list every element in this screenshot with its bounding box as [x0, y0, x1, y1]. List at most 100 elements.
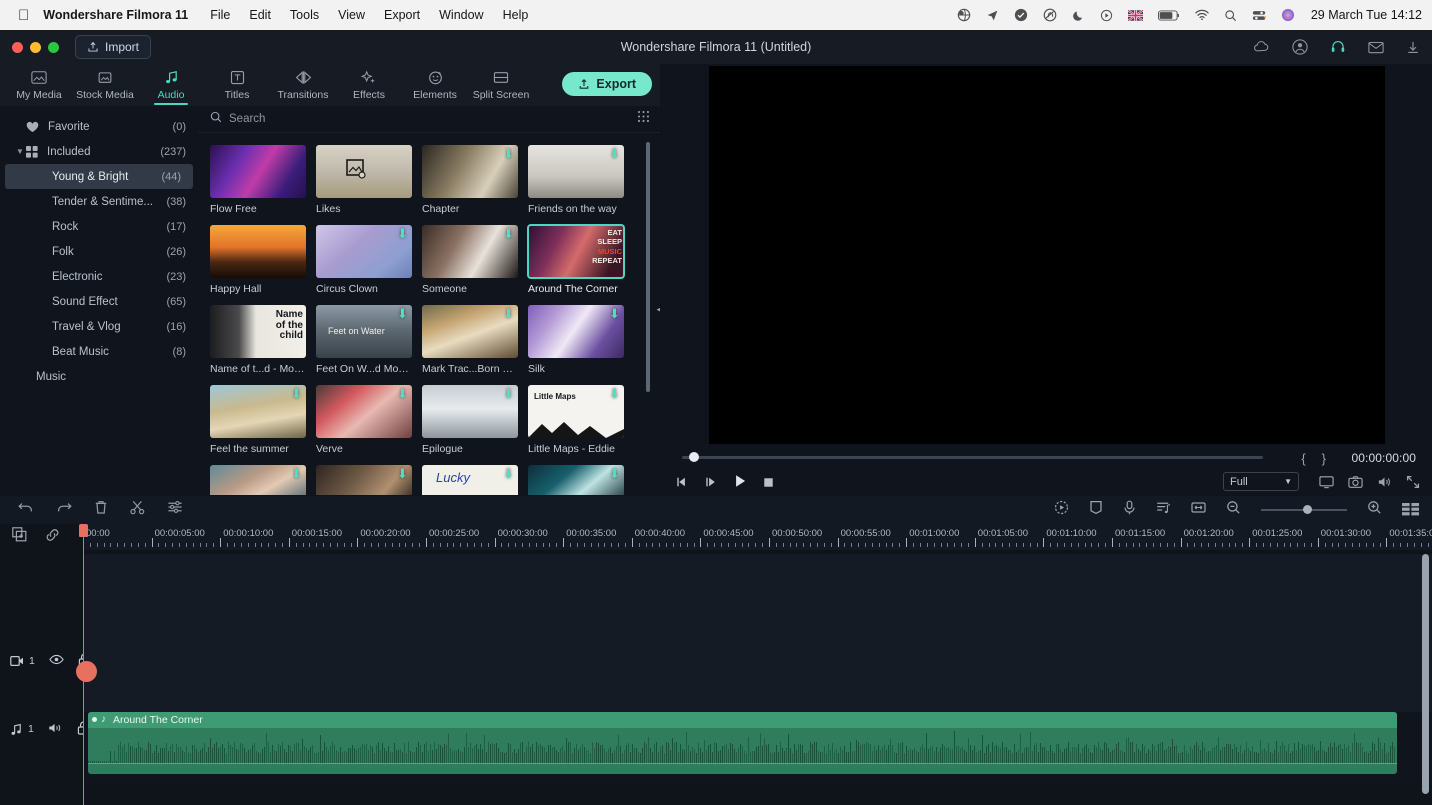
media-item[interactable]: Nameof thechildName of t...d - Motions	[210, 305, 306, 375]
media-item[interactable]: ⬇Chapter	[422, 145, 518, 215]
spotlight-search-icon[interactable]	[1224, 9, 1237, 22]
sidebar-item-folk[interactable]: Folk (26)	[0, 239, 198, 264]
progress-track[interactable]	[682, 456, 1263, 459]
audio-track-lane[interactable]: ♪ Around The Corner	[83, 712, 1432, 782]
battery-icon[interactable]	[1158, 10, 1180, 21]
sidebar-item-young-bright[interactable]: Young & Bright (44)	[5, 164, 193, 189]
layout-grid-icon[interactable]	[1402, 503, 1420, 518]
undo-icon[interactable]	[18, 500, 34, 520]
tab-audio[interactable]: Audio	[138, 64, 204, 106]
download-icon[interactable]: ⬇	[503, 148, 514, 160]
media-item[interactable]: ⬇Mark Trac...Born Twice	[422, 305, 518, 375]
media-thumbnail[interactable]: ⬇	[210, 465, 306, 495]
playhead[interactable]	[83, 524, 84, 805]
apple-logo-icon[interactable]: 	[18, 8, 29, 23]
menu-item-export[interactable]: Export	[384, 8, 420, 22]
fullscreen-icon[interactable]	[1406, 475, 1420, 489]
download-icon[interactable]: ⬇	[397, 388, 408, 400]
keyframe-dot-icon[interactable]	[92, 717, 97, 722]
media-item[interactable]: ⬇Circus Clown	[316, 225, 412, 295]
eye-icon[interactable]	[49, 654, 64, 668]
media-thumbnail[interactable]: ⬇	[422, 305, 518, 358]
sidebar-item-included[interactable]: ▼ Included (237)	[0, 139, 198, 164]
media-item[interactable]: Feet on Water⬇Feet On W...d Moment	[316, 305, 412, 375]
chevron-down-icon[interactable]: ▼	[1284, 477, 1292, 486]
media-thumbnail[interactable]: ⬇	[210, 385, 306, 438]
window-controls[interactable]	[12, 42, 59, 53]
zoom-slider-knob[interactable]	[1303, 505, 1312, 514]
mark-in-icon[interactable]: {	[1301, 451, 1305, 466]
mark-out-icon[interactable]: }	[1322, 451, 1326, 466]
display-mode-icon[interactable]	[1319, 475, 1334, 489]
media-item-selected[interactable]: EATSLEEPMUSICREPEATAround The Corner	[528, 225, 624, 295]
chevron-down-icon[interactable]: ▼	[16, 147, 24, 156]
marker-icon[interactable]	[1089, 500, 1103, 520]
collapse-panel-button[interactable]: ◀	[654, 296, 660, 322]
tab-effects[interactable]: Effects	[336, 64, 402, 106]
download-icon[interactable]: ⬇	[609, 148, 620, 160]
audio-mixer-icon[interactable]	[1156, 500, 1171, 520]
zoom-out-icon[interactable]	[1226, 500, 1241, 520]
audio-clip[interactable]: ♪ Around The Corner	[88, 712, 1397, 774]
media-thumbnail[interactable]	[210, 145, 306, 198]
media-thumbnail[interactable]: ⬇	[422, 385, 518, 438]
mail-icon[interactable]	[1368, 41, 1384, 54]
download-icon[interactable]	[1406, 40, 1420, 55]
video-track-header[interactable]: 1	[0, 646, 83, 676]
progress-handle[interactable]	[689, 452, 699, 462]
volume-icon[interactable]	[1377, 475, 1392, 489]
media-thumbnail[interactable]: Lucky⬇	[422, 465, 518, 495]
import-button[interactable]: Import	[75, 35, 151, 59]
audio-track-header[interactable]: 1	[0, 714, 83, 744]
next-frame-icon[interactable]	[705, 475, 718, 493]
location-arrow-icon[interactable]	[986, 9, 999, 22]
export-button[interactable]: Export	[562, 72, 652, 96]
stop-icon[interactable]	[763, 475, 774, 493]
media-item[interactable]: Little Maps⬇Little Maps - Eddie	[528, 385, 624, 455]
sidebar-item-sound-effect[interactable]: Sound Effect (65)	[0, 289, 198, 314]
media-thumbnail[interactable]	[316, 145, 412, 198]
media-thumbnail[interactable]: ⬇	[528, 145, 624, 198]
account-icon[interactable]	[1292, 39, 1308, 55]
download-icon[interactable]: ⬇	[291, 468, 302, 480]
download-icon[interactable]: ⬇	[503, 308, 514, 320]
menu-item-help[interactable]: Help	[503, 8, 529, 22]
menu-item-file[interactable]: File	[210, 8, 230, 22]
download-icon[interactable]: ⬇	[291, 388, 302, 400]
voiceover-icon[interactable]	[1123, 500, 1136, 520]
media-item[interactable]: ⬇Verve	[316, 385, 412, 455]
menu-item-app-name[interactable]: Wondershare Filmora 11	[43, 8, 188, 22]
media-thumbnail[interactable]	[210, 225, 306, 278]
prev-frame-icon[interactable]	[676, 475, 689, 493]
tab-titles[interactable]: Titles	[204, 64, 270, 106]
media-item[interactable]: Flow Free	[210, 145, 306, 215]
menu-item-edit[interactable]: Edit	[249, 8, 271, 22]
download-icon[interactable]: ⬇	[609, 388, 620, 400]
play-circle-icon[interactable]	[1100, 9, 1113, 22]
media-item[interactable]: Likes	[316, 145, 412, 215]
media-item[interactable]: Happy Hall	[210, 225, 306, 295]
delete-icon[interactable]	[94, 500, 108, 520]
media-thumbnail[interactable]: ⬇	[316, 465, 412, 495]
grid-view-icon[interactable]	[637, 110, 650, 128]
download-icon[interactable]: ⬇	[609, 468, 620, 480]
snapshot-icon[interactable]	[1348, 475, 1363, 489]
render-preview-icon[interactable]	[1054, 500, 1069, 520]
media-item[interactable]: ⬇	[210, 465, 306, 495]
siri-icon[interactable]	[1281, 8, 1295, 22]
sidebar-item-electronic[interactable]: Electronic (23)	[0, 264, 198, 289]
checkmark-badge-icon[interactable]	[1014, 8, 1028, 22]
sidebar-item-beat-music[interactable]: Beat Music (8)	[0, 339, 198, 364]
playhead-marker-badge[interactable]	[76, 661, 97, 682]
sidebar-item-tender-sentimental[interactable]: Tender & Sentime... (38)	[0, 189, 198, 214]
speaker-icon[interactable]	[48, 722, 63, 737]
tab-my-media[interactable]: My Media	[6, 64, 72, 106]
zoom-slider[interactable]	[1261, 504, 1347, 516]
video-track-lane[interactable]	[83, 554, 1432, 712]
sidebar-item-music[interactable]: Music	[0, 364, 198, 389]
media-thumbnail[interactable]: ⬇	[316, 385, 412, 438]
menu-item-window[interactable]: Window	[439, 8, 483, 22]
download-icon[interactable]: ⬇	[503, 388, 514, 400]
control-center-icon[interactable]	[1252, 9, 1266, 22]
tab-elements[interactable]: Elements	[402, 64, 468, 106]
